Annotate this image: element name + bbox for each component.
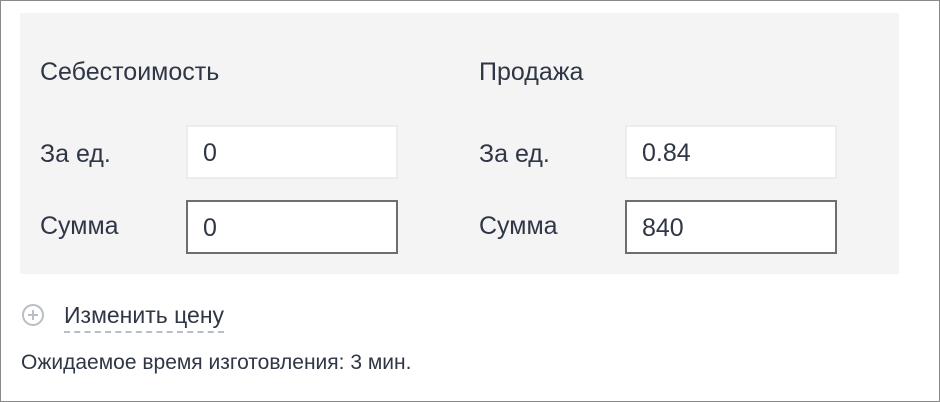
cost-per-unit-label: За ед. [40, 140, 111, 168]
production-time-text: Ожидаемое время изготовления: 3 мин. [21, 351, 412, 374]
sale-per-unit-label: За ед. [479, 140, 550, 168]
cost-total-input[interactable]: 0 [186, 200, 398, 254]
change-price-label[interactable]: Изменить цену [64, 301, 225, 333]
change-price-button[interactable]: Изменить цену [22, 301, 225, 335]
cost-total-label: Сумма [40, 212, 119, 240]
plus-circle-icon [22, 304, 44, 326]
cost-heading: Себестоимость [40, 58, 220, 86]
sale-total-label: Сумма [479, 212, 558, 240]
cost-per-unit-input[interactable]: 0 [186, 125, 398, 179]
price-dialog: Себестоимость За ед. 0 Сумма 0 Продажа З… [0, 0, 940, 402]
sale-per-unit-input[interactable]: 0.84 [625, 125, 837, 179]
sale-total-input[interactable]: 840 [625, 200, 837, 254]
sale-heading: Продажа [479, 58, 584, 86]
